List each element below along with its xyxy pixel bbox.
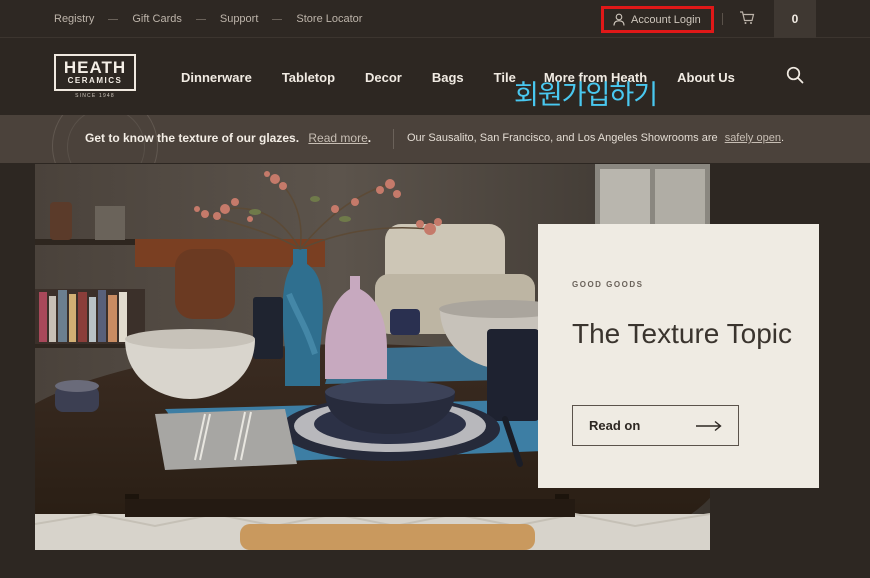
- safely-open-link[interactable]: safely open: [725, 132, 781, 144]
- nav-item-tabletop[interactable]: Tabletop: [282, 70, 335, 85]
- read-on-button[interactable]: Read on: [572, 405, 739, 446]
- announcement-right: Our Sausalito, San Francisco, and Los An…: [407, 132, 784, 144]
- main-nav: HEATH CERAMICS SINCE 1948 Dinnerware Tab…: [0, 39, 870, 115]
- hero-card: GOOD GOODS The Texture Topic Read on: [538, 224, 819, 488]
- separator: [272, 18, 283, 20]
- search-icon[interactable]: [786, 66, 804, 84]
- divider: [722, 13, 723, 25]
- logo-since: SINCE 1948: [75, 93, 115, 99]
- korean-annotation: 회원가입하기: [514, 80, 658, 111]
- nav-item-dinnerware[interactable]: Dinnerware: [181, 70, 252, 85]
- registry-link[interactable]: Registry: [54, 13, 94, 25]
- page: Registry Gift Cards Support Store Locato…: [0, 0, 870, 578]
- logo-box: HEATH CERAMICS: [54, 54, 136, 91]
- store-locator-link[interactable]: Store Locator: [296, 13, 362, 25]
- logo-heath: HEATH: [63, 58, 127, 77]
- account-login-label: Account Login: [631, 13, 701, 26]
- logo-ceramics: CERAMICS: [67, 76, 123, 85]
- gift-cards-link[interactable]: Gift Cards: [132, 13, 182, 25]
- cart-count[interactable]: 0: [774, 0, 816, 38]
- announcement-divider: [393, 129, 394, 149]
- announcement-left-text: Get to know the texture of our glazes.: [85, 131, 300, 145]
- account-login-button[interactable]: Account Login: [601, 6, 714, 33]
- read-on-label: Read on: [589, 418, 641, 433]
- nav-item-bags[interactable]: Bags: [432, 70, 464, 85]
- card-eyebrow: GOOD GOODS: [572, 280, 644, 289]
- heath-logo[interactable]: HEATH CERAMICS SINCE 1948: [54, 54, 136, 100]
- separator: [108, 18, 119, 20]
- user-icon: [613, 13, 625, 26]
- utility-links: Registry Gift Cards Support Store Locato…: [54, 0, 362, 38]
- nav-item-about-us[interactable]: About Us: [677, 70, 735, 85]
- announcement-right-text: Our Sausalito, San Francisco, and Los An…: [407, 132, 718, 144]
- announcement-bar: Get to know the texture of our glazes. R…: [0, 115, 870, 163]
- separator: [195, 18, 206, 20]
- nav-item-tile[interactable]: Tile: [494, 70, 516, 85]
- card-title: The Texture Topic: [572, 318, 792, 349]
- announcement-left-period: .: [367, 131, 372, 145]
- nav-item-decor[interactable]: Decor: [365, 70, 402, 85]
- announcement-right-period: .: [780, 132, 785, 144]
- nav-items: Dinnerware Tabletop Decor Bags Tile More…: [181, 39, 765, 115]
- support-link[interactable]: Support: [220, 13, 259, 25]
- read-more-link[interactable]: Read more: [308, 131, 367, 145]
- utility-bar: Registry Gift Cards Support Store Locato…: [0, 0, 870, 38]
- cart-icon[interactable]: [739, 10, 755, 26]
- arrow-right-icon: [696, 420, 722, 432]
- announcement-left: Get to know the texture of our glazes. R…: [85, 131, 371, 145]
